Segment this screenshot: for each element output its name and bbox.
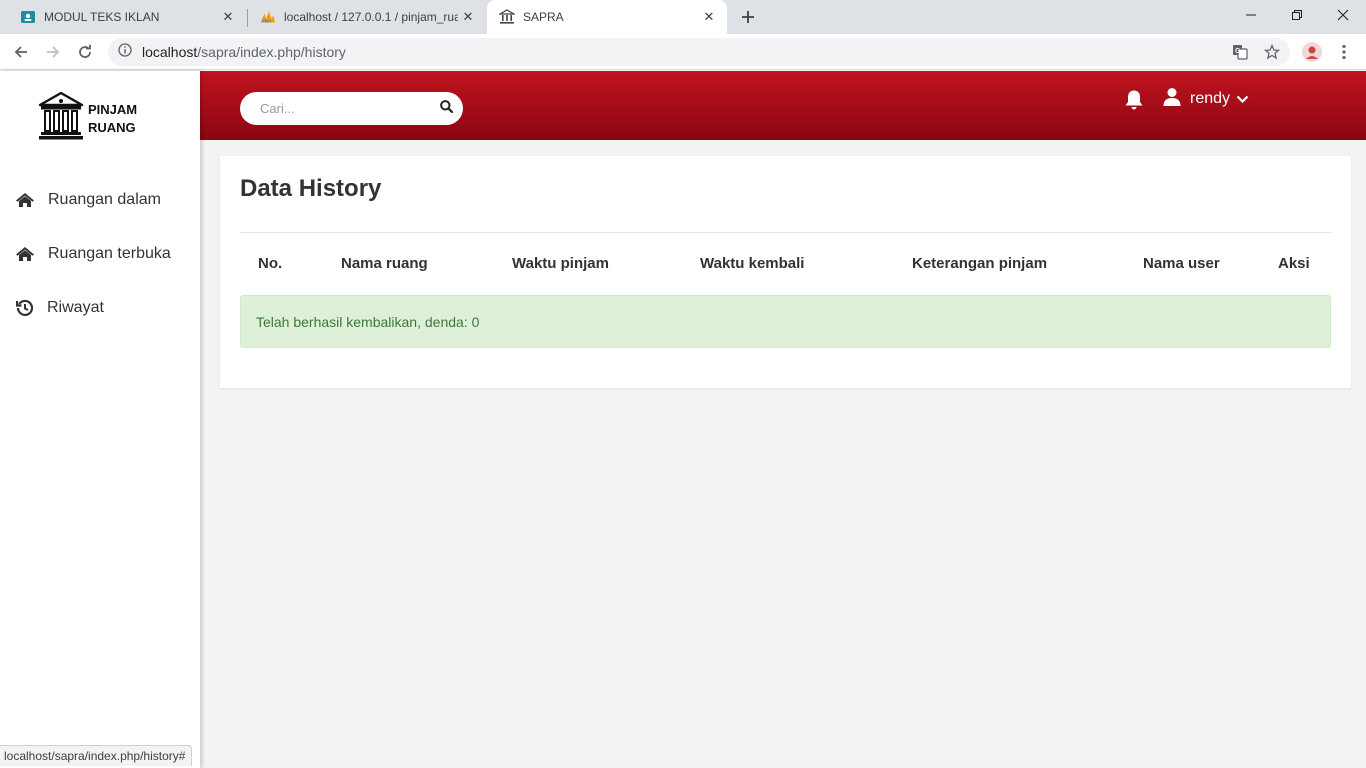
sidebar-item-ruangan-terbuka[interactable]: Ruangan terbuka bbox=[0, 234, 200, 274]
top-navbar: rendy bbox=[200, 71, 1366, 140]
svg-text:PMA: PMA bbox=[262, 18, 273, 23]
address-bar[interactable]: localhost/sapra/index.php/history bbox=[108, 38, 1290, 66]
sidebar-item-ruangan-dalam[interactable]: Ruangan dalam bbox=[0, 180, 200, 220]
minimize-icon[interactable] bbox=[1228, 0, 1274, 30]
chevron-down-icon bbox=[1236, 95, 1249, 104]
reload-icon[interactable] bbox=[73, 40, 97, 64]
forward-arrow-icon[interactable] bbox=[41, 40, 65, 64]
app-logo[interactable]: PINJAM RUANG bbox=[38, 91, 137, 146]
sidebar-item-label: Ruangan dalam bbox=[48, 191, 161, 208]
sidebar-item-label: Riwayat bbox=[47, 299, 104, 316]
status-url-bar: localhost/sapra/index.php/history# bbox=[0, 745, 193, 766]
user-menu[interactable]: rendy bbox=[1162, 85, 1249, 113]
column-header-nama-user: Nama user bbox=[1143, 255, 1220, 272]
table-header: No. Nama ruang Waktu pinjam Waktu kembal… bbox=[240, 233, 1331, 295]
new-tab-icon[interactable] bbox=[736, 5, 760, 29]
tab-title: SAPRA bbox=[523, 10, 564, 24]
bookmark-star-icon[interactable] bbox=[1260, 40, 1284, 64]
home-icon bbox=[14, 190, 36, 210]
phpmyadmin-icon: PMA bbox=[260, 9, 276, 25]
close-window-icon[interactable] bbox=[1320, 0, 1366, 30]
sidebar-item-riwayat[interactable]: Riwayat bbox=[0, 288, 200, 328]
back-arrow-icon[interactable] bbox=[9, 40, 33, 64]
logo-text: PINJAM RUANG bbox=[88, 101, 137, 137]
logo-line: PINJAM bbox=[88, 101, 138, 117]
sidebar-item-label: Ruangan terbuka bbox=[48, 245, 171, 262]
tab-title: localhost / 127.0.0.1 / pinjam_rua bbox=[284, 10, 458, 24]
history-icon bbox=[14, 298, 36, 318]
search-box bbox=[240, 92, 463, 125]
success-alert: Telah berhasil kembalikan, denda: 0 bbox=[240, 295, 1331, 348]
page-title: Data History bbox=[240, 175, 382, 202]
svg-text:G: G bbox=[1235, 48, 1241, 55]
profile-avatar[interactable] bbox=[1300, 40, 1324, 64]
bank-icon bbox=[38, 91, 84, 146]
close-tab-icon[interactable]: ✕ bbox=[699, 7, 719, 27]
column-header-keterangan-pinjam: Keterangan pinjam bbox=[912, 255, 1048, 272]
bell-icon[interactable] bbox=[1122, 88, 1146, 112]
translate-icon[interactable]: G bbox=[1228, 40, 1252, 64]
browser-tab-strip: MODUL TEKS IKLAN ✕ PMA localhost / 127.0… bbox=[0, 0, 1366, 34]
search-input[interactable] bbox=[260, 101, 440, 116]
browser-tab[interactable]: MODUL TEKS IKLAN ✕ bbox=[8, 0, 246, 34]
close-tab-icon[interactable]: ✕ bbox=[458, 7, 478, 27]
search-icon[interactable] bbox=[440, 99, 454, 118]
browser-toolbar: localhost/sapra/index.php/history G bbox=[0, 34, 1366, 70]
browser-tab-active[interactable]: SAPRA ✕ bbox=[487, 0, 727, 34]
address-url: localhost/sapra/index.php/history bbox=[142, 44, 346, 60]
tab-title: MODUL TEKS IKLAN bbox=[44, 10, 160, 24]
column-header-no: No. bbox=[258, 255, 283, 272]
classroom-icon bbox=[20, 9, 36, 25]
user-icon bbox=[1162, 87, 1182, 112]
username-label: rendy bbox=[1190, 90, 1231, 107]
browser-tab[interactable]: PMA localhost / 127.0.0.1 / pinjam_rua ✕ bbox=[248, 0, 486, 34]
column-header-nama-ruang: Nama ruang bbox=[341, 255, 428, 272]
url-path: /sapra/index.php/history bbox=[197, 44, 346, 60]
column-header-waktu-pinjam: Waktu pinjam bbox=[512, 255, 609, 272]
history-panel: Data History No. Nama ruang Waktu pinjam… bbox=[220, 156, 1351, 388]
sidebar: PINJAM RUANG Ruangan dalam Ruangan terbu… bbox=[0, 71, 200, 768]
restore-icon[interactable] bbox=[1274, 0, 1320, 30]
url-host: localhost bbox=[142, 44, 198, 60]
logo-line: RUANG bbox=[88, 119, 136, 135]
bank-icon bbox=[499, 9, 515, 25]
close-tab-icon[interactable]: ✕ bbox=[218, 7, 238, 27]
column-header-aksi: Aksi bbox=[1278, 255, 1310, 272]
more-menu-icon[interactable] bbox=[1332, 40, 1356, 64]
home-icon bbox=[14, 244, 36, 264]
info-icon[interactable] bbox=[118, 42, 132, 62]
column-header-waktu-kembali: Waktu kembali bbox=[700, 255, 805, 272]
